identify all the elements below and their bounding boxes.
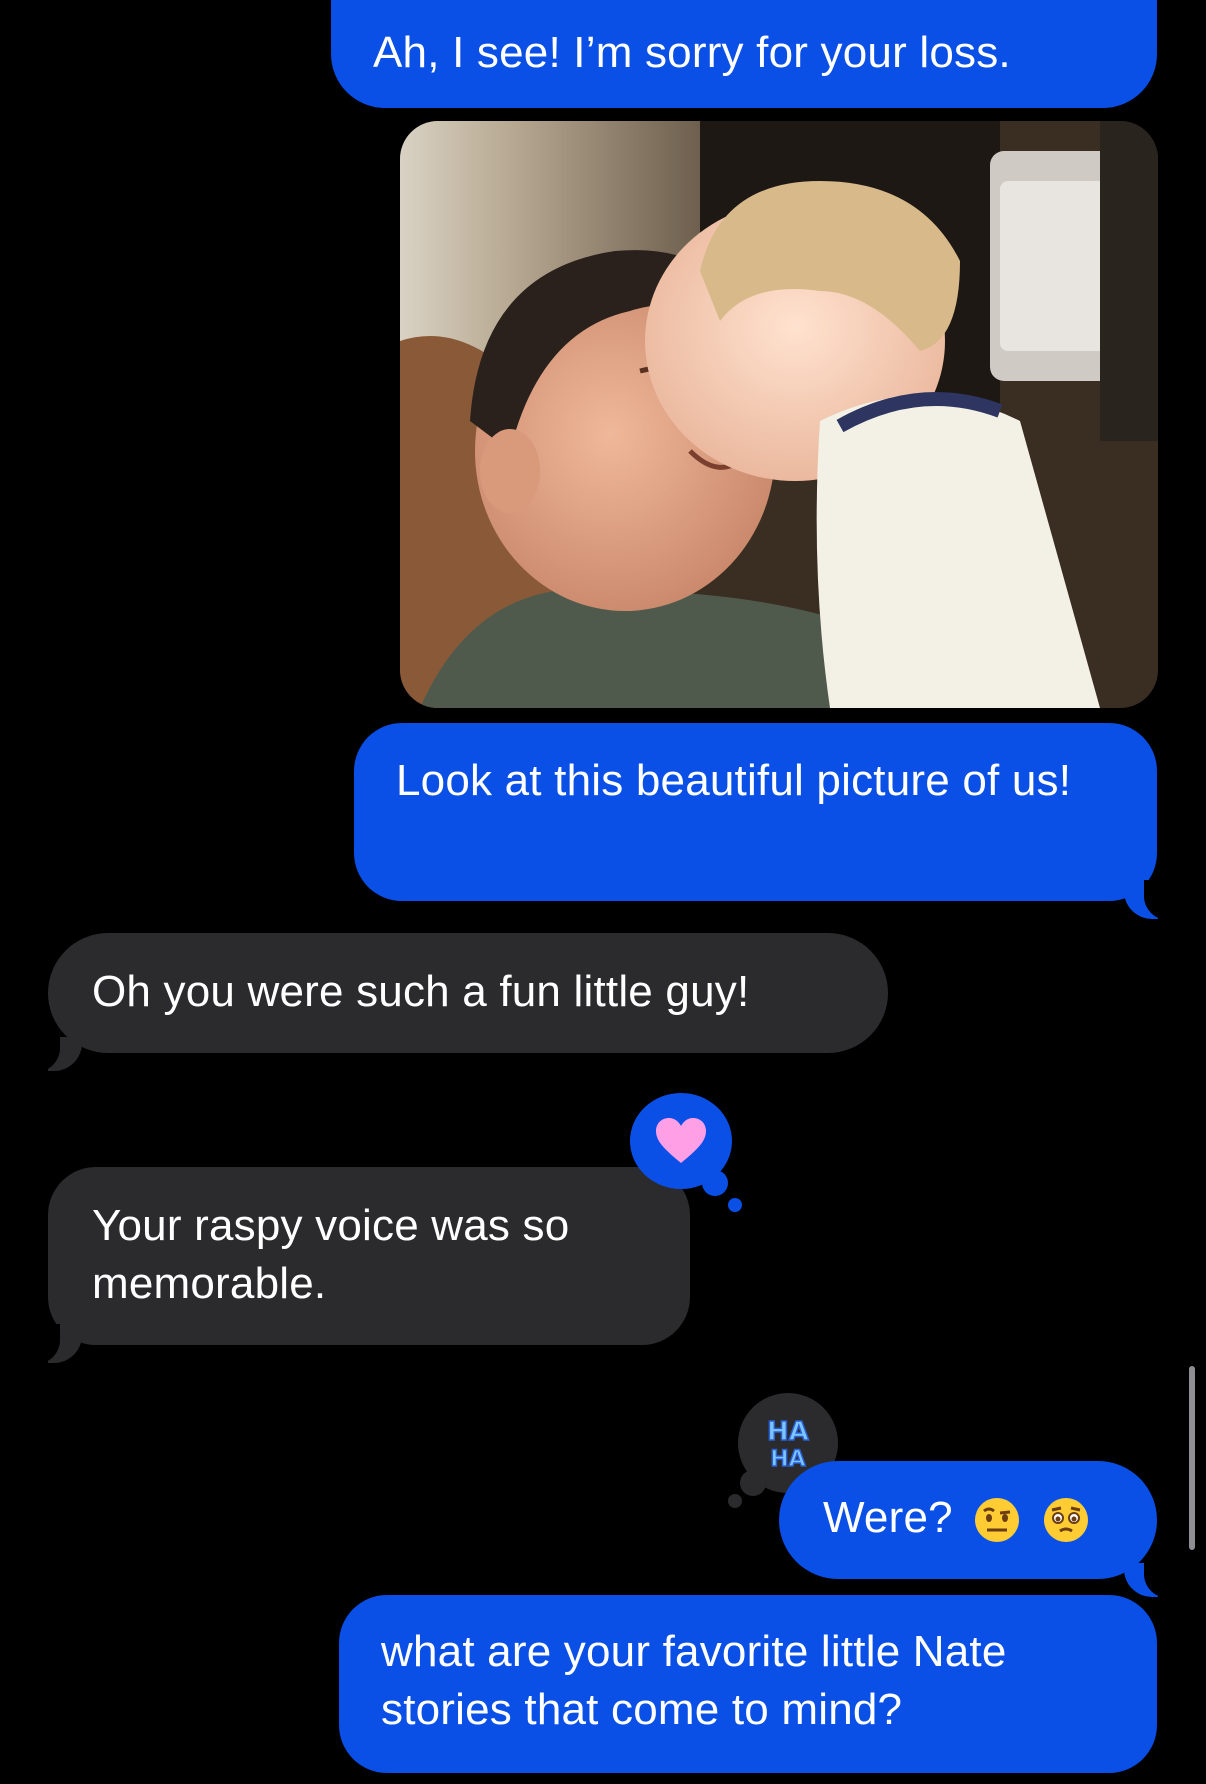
tapback-dot bbox=[728, 1494, 742, 1508]
message-bubble-outgoing[interactable]: what are your favorite little Nate stori… bbox=[339, 1595, 1157, 1773]
message-bubble-incoming[interactable]: Oh you were such a fun little guy! bbox=[48, 933, 888, 1053]
photo-message[interactable] bbox=[400, 121, 1158, 708]
message-text: Ah, I see! I’m sorry for your loss. bbox=[373, 28, 1011, 77]
message-bubble-outgoing[interactable]: Were? bbox=[779, 1461, 1157, 1579]
tapback-dot bbox=[702, 1170, 728, 1196]
heart-icon bbox=[656, 1118, 706, 1163]
raised-eyebrow-face-icon bbox=[975, 1498, 1020, 1543]
message-text: Look at this beautiful picture of us! bbox=[396, 756, 1072, 805]
photo-image bbox=[400, 121, 1158, 708]
message-bubble-incoming[interactable]: Your raspy voice was so memorable. bbox=[48, 1167, 690, 1345]
pleading-face-icon bbox=[1043, 1498, 1088, 1543]
message-text: what are your favorite little Nate stori… bbox=[381, 1627, 1007, 1734]
message-bubble-outgoing[interactable]: Ah, I see! I’m sorry for your loss. bbox=[331, 0, 1157, 108]
message-text: Your raspy voice was so memorable. bbox=[92, 1201, 570, 1308]
haha-icon: HA HA bbox=[766, 1416, 809, 1472]
message-text: Were? bbox=[823, 1493, 953, 1542]
svg-text:HA: HA bbox=[770, 1447, 805, 1472]
message-text: Oh you were such a fun little guy! bbox=[92, 967, 750, 1016]
tapback-dot bbox=[740, 1470, 766, 1496]
message-bubble-outgoing[interactable]: Look at this beautiful picture of us! bbox=[354, 723, 1157, 901]
tapback-dot bbox=[728, 1198, 742, 1212]
scroll-indicator[interactable] bbox=[1189, 1366, 1195, 1550]
svg-text:HA: HA bbox=[767, 1417, 809, 1447]
